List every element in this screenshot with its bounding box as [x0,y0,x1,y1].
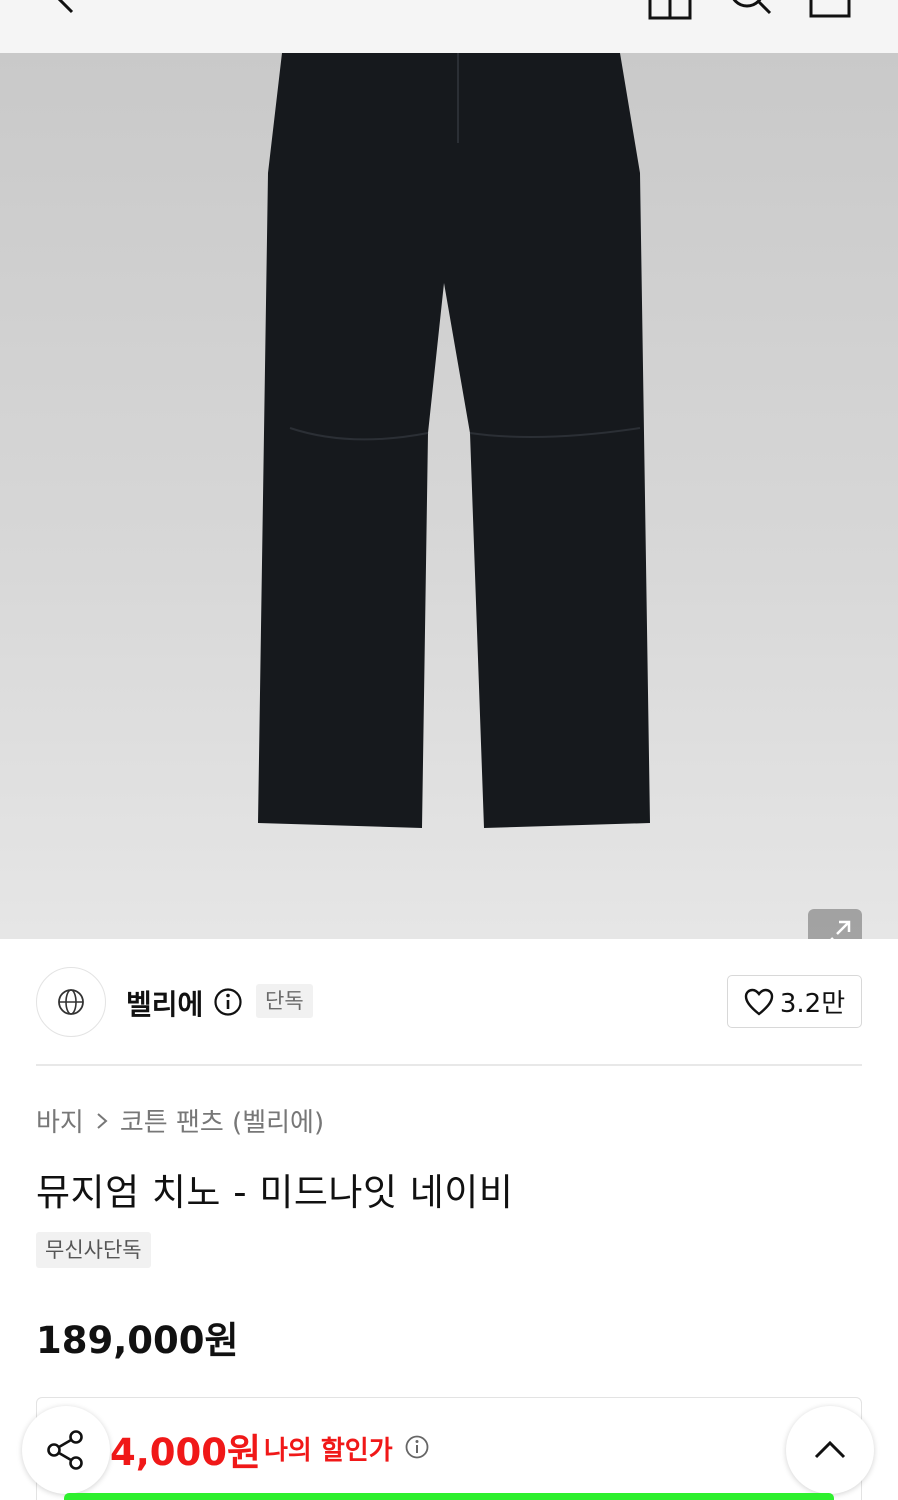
brand-row: 벨리에 단독 3.2만 [0,965,898,1039]
chevron-right-icon [97,1112,108,1129]
share-button[interactable] [22,1406,110,1494]
back-icon[interactable] [44,0,84,22]
store-icon[interactable] [645,0,695,26]
like-count: 3.2만 [779,989,846,1019]
product-price: 189,000원 [36,1319,239,1362]
exclusive-tag: 무신사단독 [36,1232,151,1268]
info-icon[interactable] [213,987,243,1017]
product-title: 뮤지엄 치노 - 미드나잇 네이비 [36,1171,514,1214]
brand-logo[interactable] [36,967,106,1037]
breadcrumb: 바지 코튼 팬츠 (벨리에) [36,1102,324,1139]
breadcrumb-subcategory[interactable]: 코튼 팬츠 (벨리에) [120,1102,324,1139]
expand-image-button[interactable] [808,909,862,939]
breadcrumb-category[interactable]: 바지 [36,1102,84,1139]
heart-icon [744,988,774,1016]
brand-logo-icon [58,989,84,1015]
divider [36,1064,862,1066]
brand-name[interactable]: 벨리에 [126,983,203,1023]
exclusive-badge: 단독 [256,984,313,1018]
info-icon[interactable] [404,1434,430,1460]
search-icon[interactable] [725,0,775,26]
scroll-top-button[interactable] [786,1406,874,1494]
chevron-up-icon [814,1440,846,1459]
discount-label: 나의 할인가 [264,1436,393,1466]
pants-illustration [258,53,650,828]
top-navigation-bar [0,0,898,53]
discount-price: 4,000원 [110,1431,262,1474]
purchase-button[interactable] [64,1493,834,1500]
expand-icon [830,920,851,939]
cart-icon[interactable] [805,0,855,26]
like-button[interactable]: 3.2만 [727,975,862,1028]
share-icon [47,1430,83,1470]
product-image[interactable] [0,53,898,939]
